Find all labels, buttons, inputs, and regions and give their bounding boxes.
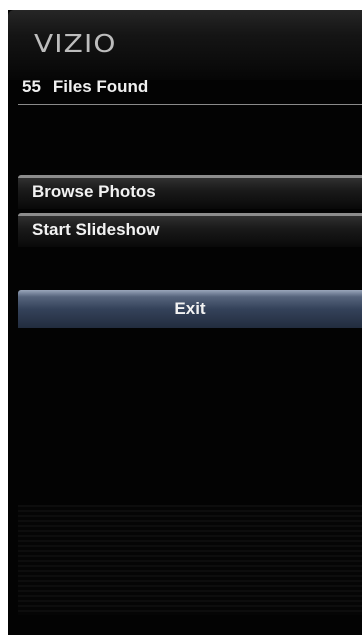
- exit-label: Exit: [174, 299, 206, 318]
- start-slideshow-button[interactable]: Start Slideshow: [18, 213, 362, 247]
- background-stripes: [18, 505, 362, 615]
- file-count: 55: [22, 77, 41, 96]
- files-found-label: Files Found: [52, 77, 149, 96]
- tv-screen: VIZIO 55 Files Found Browse Photos Start …: [8, 10, 362, 635]
- browse-photos-label: Browse Photos: [32, 182, 156, 201]
- header-divider: [18, 104, 362, 105]
- browse-photos-button[interactable]: Browse Photos: [18, 175, 362, 209]
- exit-button[interactable]: Exit: [18, 290, 362, 328]
- start-slideshow-label: Start Slideshow: [32, 220, 160, 239]
- files-found-status: 55 Files Found: [22, 77, 148, 97]
- vizio-logo: VIZIO: [34, 29, 117, 58]
